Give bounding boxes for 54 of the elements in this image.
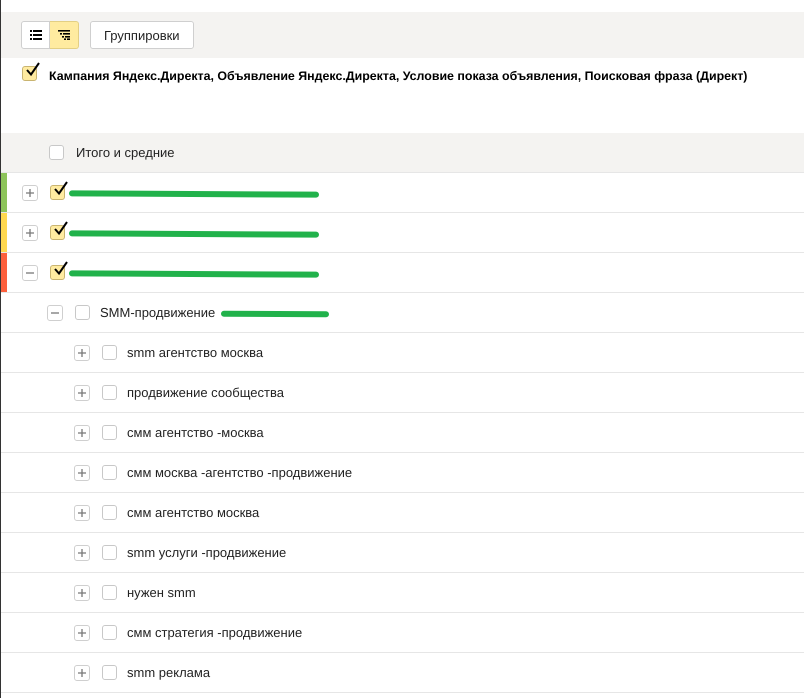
collapse-button[interactable]: [22, 264, 38, 280]
grouping-label: Кампания Яндекс.Директа, Объявление Яндекс.Директа, Условие показа объявления, Поисковая фраза (Директ): [49, 68, 748, 85]
row-label: смм агентство -москва: [127, 425, 264, 440]
row-label: smm агентство москва: [127, 345, 264, 360]
checkbox[interactable]: [102, 585, 117, 600]
checkbox[interactable]: [102, 545, 117, 560]
plus-icon: [78, 668, 86, 676]
plus-icon: [78, 428, 86, 436]
plus-icon: [78, 508, 86, 516]
checkbox[interactable]: [102, 345, 117, 360]
plus-icon: [26, 188, 34, 196]
expand-button[interactable]: [74, 464, 90, 480]
checkbox[interactable]: [102, 425, 117, 440]
expand-button[interactable]: [74, 384, 90, 400]
plus-icon: [78, 588, 86, 596]
expand-button[interactable]: [74, 624, 90, 640]
expand-button[interactable]: [74, 424, 90, 440]
plus-icon: [78, 548, 86, 556]
minus-icon: [26, 272, 34, 274]
row-label: smm реклама: [127, 665, 210, 680]
view-mode-button[interactable]: [50, 21, 79, 49]
expand-button[interactable]: [74, 504, 90, 520]
plus-icon: [26, 228, 34, 236]
plus-icon: [78, 468, 86, 476]
groupings-button[interactable]: Группировки: [90, 21, 194, 49]
row-label: нужен smm: [127, 585, 196, 600]
plus-icon: [78, 348, 86, 356]
checkbox[interactable]: [102, 505, 117, 520]
view-mode-button[interactable]: [21, 21, 50, 49]
expand-button[interactable]: [74, 664, 90, 680]
list-icon: [30, 30, 42, 40]
row-label: SMM-продвижение: [100, 305, 216, 320]
totals-label: Итого и средние: [76, 145, 174, 160]
checkbox[interactable]: [102, 625, 117, 640]
row-label: смм москва -агентство -продвижение: [127, 465, 352, 480]
collapse-button[interactable]: [47, 304, 63, 320]
plus-icon: [78, 388, 86, 396]
tree-list-icon: [58, 30, 70, 40]
checkbox[interactable]: [49, 145, 64, 160]
row-label: продвижение сообщества: [127, 385, 284, 400]
checkbox[interactable]: [102, 465, 117, 480]
expand-button[interactable]: [22, 224, 38, 240]
checkbox[interactable]: [102, 665, 117, 680]
checkbox[interactable]: [75, 305, 90, 320]
expand-button[interactable]: [22, 184, 38, 200]
expand-button[interactable]: [74, 344, 90, 360]
expand-button[interactable]: [74, 584, 90, 600]
row-label: смм стратегия -продвижение: [127, 625, 302, 640]
checkbox[interactable]: [102, 385, 117, 400]
row-label: смм агентство москва: [127, 505, 260, 520]
minus-icon: [51, 312, 59, 314]
expand-button[interactable]: [74, 544, 90, 560]
row-label: smm услуги -продвижение: [127, 545, 286, 560]
plus-icon: [78, 628, 86, 636]
